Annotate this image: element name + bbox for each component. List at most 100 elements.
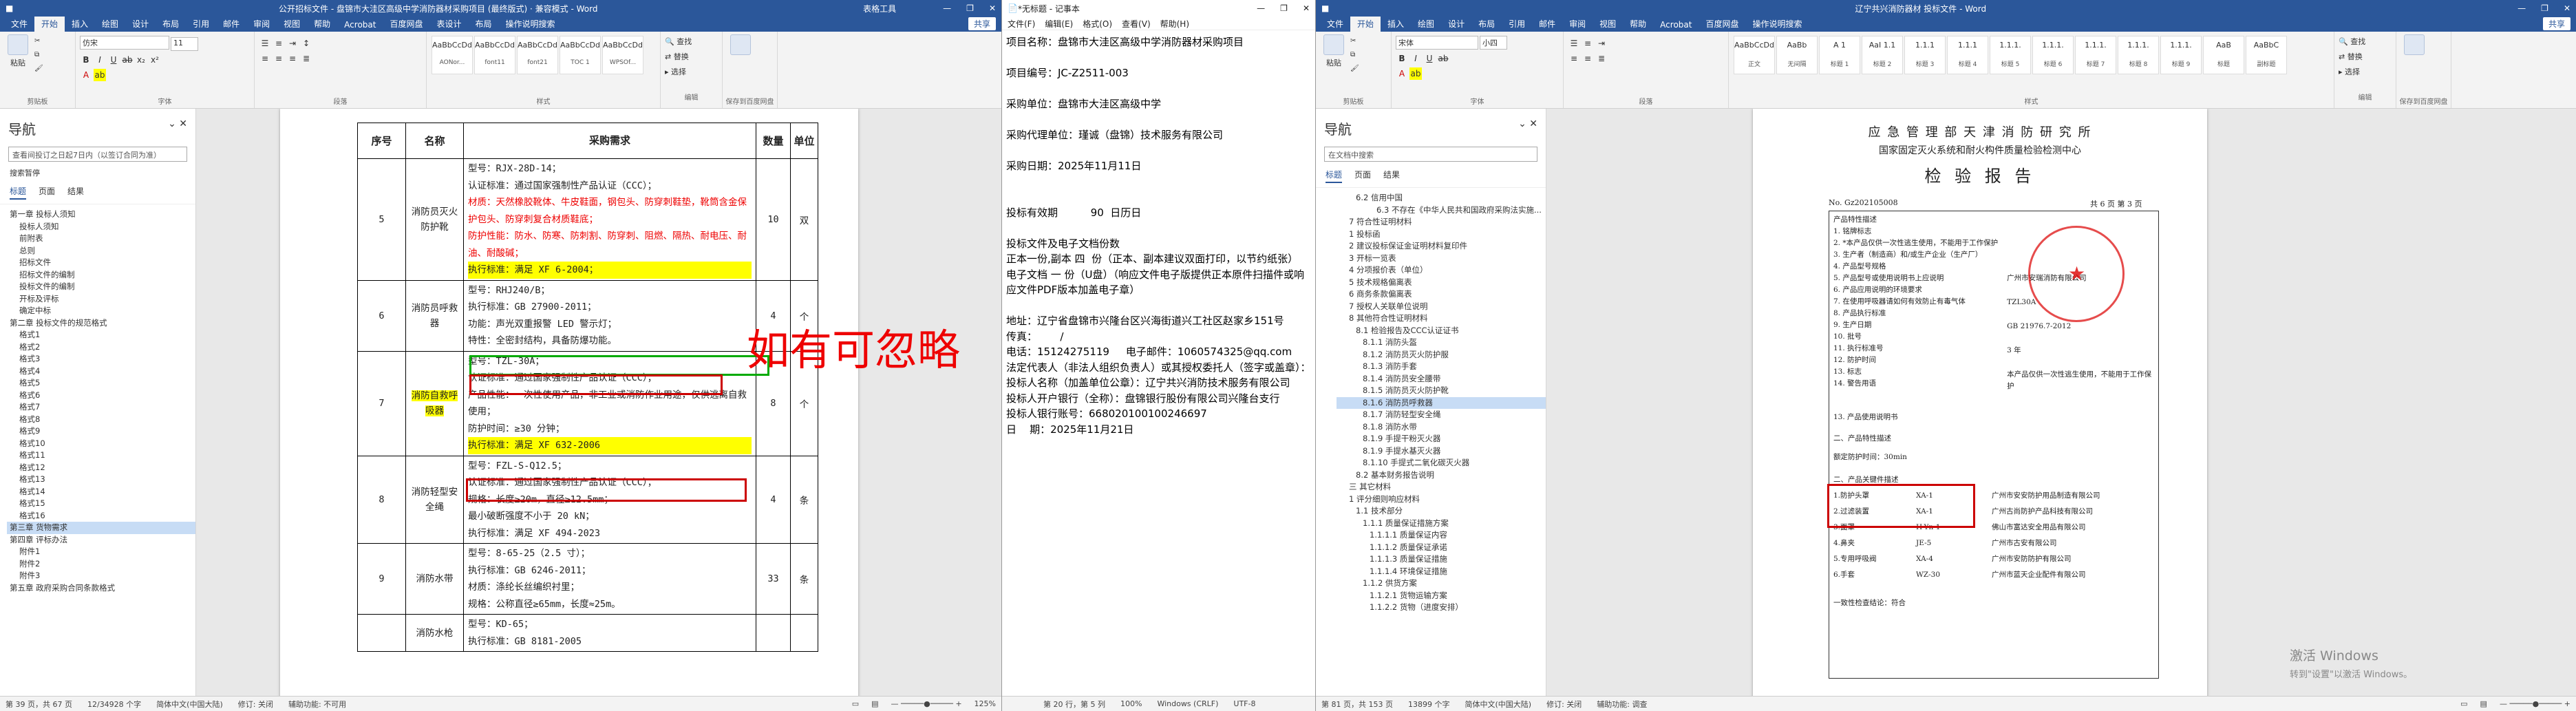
font-size-box[interactable]: 小四 (1480, 36, 1507, 50)
nav-tree-item[interactable]: 格式7 (7, 401, 195, 414)
style-gallery-item[interactable]: AaBbCcDd AONor... (432, 36, 473, 74)
align-right-icon[interactable]: ≡ (286, 52, 299, 65)
nav-tree-item[interactable]: 1.1 技术部分 (1337, 505, 1546, 518)
subscript-button[interactable]: x₂ (135, 54, 147, 66)
ribbon-tab[interactable]: 审阅 (246, 17, 277, 32)
font-size-box[interactable]: 11 (171, 37, 198, 51)
nav-tree-item[interactable]: 第一章 投标人须知 (7, 209, 195, 221)
align-left-icon[interactable]: ≡ (259, 52, 271, 65)
nav-tree-item[interactable]: 格式6 (7, 390, 195, 402)
bullets-icon[interactable]: ☰ (259, 37, 271, 50)
find-button[interactable]: 🔍 查找 (2339, 34, 2392, 50)
bullets-icon[interactable]: ☰ (1568, 37, 1580, 50)
nav-tree-item[interactable]: 8.1.7 消防轻型安全绳 (1337, 409, 1546, 421)
nav-tree-item[interactable]: 1 投标函 (1337, 229, 1546, 241)
indent-icon[interactable]: ⇥ (1595, 37, 1608, 50)
minimize-icon[interactable]: — (943, 3, 951, 13)
save-to-baidu-button[interactable] (727, 34, 754, 83)
style-gallery-item[interactable]: A 1 标题 1 (1819, 36, 1860, 74)
nav-tree-item[interactable]: 7 授权人关联单位说明 (1337, 301, 1546, 313)
italic-button[interactable]: I (94, 54, 106, 66)
strikethrough-button[interactable]: ab (121, 54, 134, 66)
nav-tree-item[interactable]: 1.1.2.1 货物运输方案 (1337, 590, 1546, 602)
notepad-menu-item[interactable]: 格式(O) (1083, 18, 1112, 29)
nav-tree-item[interactable]: 招标文件的编制 (7, 269, 195, 282)
nav-tree-item[interactable]: 格式10 (7, 438, 195, 450)
nav-tree-item[interactable]: 8.1.8 消防水带 (1337, 421, 1546, 434)
ribbon-tab[interactable]: 操作说明搜索 (1745, 17, 1809, 32)
select-button[interactable]: ▸ 选择 (2339, 65, 2392, 80)
ribbon-tab[interactable]: 视图 (1593, 17, 1623, 32)
nav-tree-item[interactable]: 7 符合性证明材料 (1337, 216, 1546, 229)
style-gallery-item[interactable]: AaI 1.1 标题 2 (1862, 36, 1903, 74)
nav-tree-item[interactable]: 8.2 基本财务报告说明 (1337, 469, 1546, 482)
nav-tree-item[interactable]: 格式1 (7, 329, 195, 341)
nav-tab[interactable]: 结果 (1383, 169, 1400, 183)
nav-tree-item[interactable]: 2 建议投标保证金证明材料复印件 (1337, 240, 1546, 253)
zoom-level[interactable]: 125% (975, 699, 996, 708)
nav-tree-item[interactable]: 格式4 (7, 365, 195, 378)
nav-search-input[interactable]: 查看间投订之日起7日内（以签订合同为准） (8, 147, 187, 162)
align-left-icon[interactable]: ≡ (1568, 52, 1580, 65)
nav-tree-item[interactable]: 6.2 信用中国 (1337, 192, 1546, 204)
paste-button[interactable]: 粘贴 (4, 34, 32, 83)
superscript-button[interactable]: x² (149, 54, 161, 66)
ribbon-tab[interactable]: 插入 (1381, 17, 1411, 32)
justify-icon[interactable]: ≣ (1595, 52, 1608, 65)
ribbon-tab[interactable]: 设计 (1441, 17, 1471, 32)
notepad-menu-item[interactable]: 文件(F) (1008, 18, 1035, 29)
ribbon-tab[interactable]: 表设计 (429, 17, 468, 32)
nav-tree-item[interactable]: 总则 (7, 245, 195, 257)
nav-tree-item[interactable]: 8.1.6 消防员呼救器 (1337, 396, 1546, 409)
ribbon-tab[interactable]: 布局 (1471, 17, 1502, 32)
highlight-button[interactable]: ab (94, 69, 106, 81)
style-gallery-item[interactable]: 1.1.1. 标题 5 (1990, 36, 2031, 74)
print-layout-icon[interactable]: ▤ (2480, 699, 2487, 708)
print-layout-icon[interactable]: ▤ (871, 699, 878, 708)
numbering-icon[interactable]: ≡ (273, 37, 285, 50)
nav-tree-item[interactable]: 格式3 (7, 353, 195, 365)
close-icon[interactable]: ✕ (1303, 3, 1310, 13)
replace-button[interactable]: ⇄ 替换 (2339, 50, 2392, 65)
style-gallery-item[interactable]: 1.1.1. 标题 9 (2160, 36, 2202, 74)
ribbon-tab[interactable]: 百度网盘 (1699, 17, 1745, 32)
notepad-menu-item[interactable]: 查看(V) (1122, 18, 1151, 29)
font-color-button[interactable]: A (80, 69, 92, 81)
ribbon-tab[interactable]: 绘图 (95, 17, 125, 32)
style-gallery-item[interactable]: AaBb 无间隔 (1776, 36, 1818, 74)
ribbon-tab[interactable]: 百度网盘 (383, 17, 429, 32)
save-to-baidu-button[interactable] (2401, 34, 2428, 83)
nav-tab[interactable]: 页面 (39, 185, 55, 200)
ribbon-tab[interactable]: 设计 (125, 17, 156, 32)
style-gallery-item[interactable]: 1.1.1 标题 3 (1904, 36, 1946, 74)
nav-tree-item[interactable]: 6 商务条款偏离表 (1337, 288, 1546, 301)
maximize-icon[interactable]: ❐ (1280, 3, 1288, 13)
maximize-icon[interactable]: ❐ (2541, 3, 2548, 13)
indent-icon[interactable]: ⇥ (286, 37, 299, 50)
nav-tab[interactable]: 结果 (67, 185, 84, 200)
maximize-icon[interactable]: ❐ (966, 3, 974, 13)
nav-tab[interactable]: 页面 (1354, 169, 1371, 183)
replace-button[interactable]: ⇄ 替换 (665, 50, 718, 65)
ribbon-tab[interactable]: 文件 (1320, 17, 1350, 32)
highlight-button[interactable]: ab (1409, 67, 1422, 80)
select-button[interactable]: ▸ 选择 (665, 65, 718, 80)
nav-tree-item[interactable]: 1.1.1.3 质量保证措施 (1337, 553, 1546, 566)
ribbon-tab[interactable]: 邮件 (1532, 17, 1562, 32)
style-gallery-item[interactable]: AaBbCcDd WPSOf... (602, 36, 643, 74)
nav-tree-item[interactable]: 1.1.1.4 环境保证措施 (1337, 566, 1546, 578)
style-gallery-item[interactable]: AaBbC 副标题 (2246, 36, 2287, 74)
bold-button[interactable]: B (1396, 52, 1408, 65)
nav-tree-item[interactable]: 1.1.1.2 质量保证承诺 (1337, 542, 1546, 554)
ribbon-tab[interactable]: 文件 (4, 17, 34, 32)
nav-tree-item[interactable]: 格式9 (7, 425, 195, 438)
share-button[interactable]: 共享 (968, 17, 996, 30)
ribbon-tab[interactable]: 开始 (34, 17, 65, 32)
nav-tree-item[interactable]: 确定中标 (7, 305, 195, 317)
nav-tree-item[interactable]: 格式8 (7, 414, 195, 426)
find-button[interactable]: 🔍 查找 (665, 34, 718, 50)
underline-button[interactable]: U (107, 54, 120, 66)
nav-tree-item[interactable]: 1.1.1.1 质量保证内容 (1337, 529, 1546, 542)
nav-tree-item[interactable]: 第四章 评标办法 (7, 534, 195, 546)
nav-tree-item[interactable]: 1 评分细则响应材料 (1337, 494, 1546, 506)
